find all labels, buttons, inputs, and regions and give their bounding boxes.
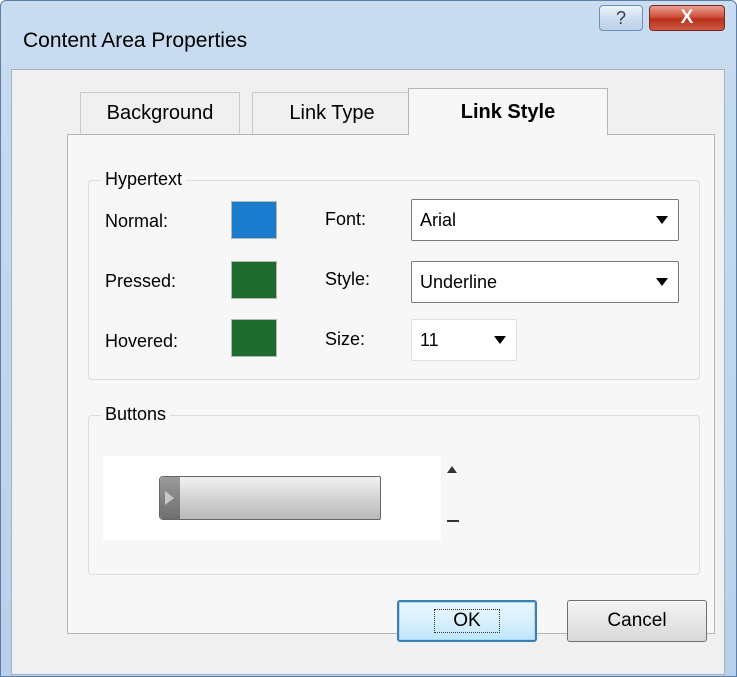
font-select[interactable]: Arial [411,199,679,241]
style-label: Style: [325,269,371,289]
chevron-down-icon [656,216,668,224]
window-title: Content Area Properties [23,29,248,52]
hypertext-group: Hypertext Normal: Pressed: Hovered: Font… [88,169,700,380]
buttons-group-label: Buttons [101,404,171,425]
close-icon: X [680,7,694,28]
hovered-color-swatch[interactable] [231,319,277,357]
buttons-group: Buttons [88,404,700,575]
tab-link-style[interactable]: Link Style [408,88,608,135]
pressed-color-swatch[interactable] [231,261,277,299]
close-button[interactable]: X [649,5,725,31]
size-label: Size: [325,329,366,349]
play-icon [165,491,174,505]
font-label: Font: [325,209,367,229]
pressed-label: Pressed: [105,271,177,291]
tab-label: Link Style [460,100,556,123]
size-select[interactable]: 11 [411,319,517,361]
style-select-value: Underline [420,271,498,292]
hovered-label: Hovered: [105,331,179,351]
ok-button[interactable]: OK [397,600,537,642]
preview-spinner[interactable] [441,456,465,540]
cancel-button-label: Cancel [607,610,667,631]
font-select-value: Arial [420,209,457,230]
normal-color-swatch[interactable] [231,201,277,239]
help-icon: ? [615,7,626,28]
help-button[interactable]: ? [599,5,643,31]
title-bar[interactable]: Content Area Properties ? X [1,1,736,69]
tab-link-type[interactable]: Link Type [252,92,412,134]
tab-label: Background [106,102,214,124]
ok-button-label: OK [434,609,500,633]
tab-label: Link Type [289,102,375,124]
hypertext-group-label: Hypertext [101,169,187,190]
size-select-value: 11 [420,329,439,350]
chevron-down-icon [656,278,668,286]
style-select[interactable]: Underline [411,261,679,303]
chevron-down-icon [494,336,506,344]
arrow-up-icon[interactable] [447,466,457,473]
tab-background[interactable]: Background [80,92,240,134]
cancel-button[interactable]: Cancel [567,600,707,642]
arrow-down-icon[interactable] [447,520,459,522]
link-style-panel: Hypertext Normal: Pressed: Hovered: Font… [67,134,715,634]
dialog-window: Content Area Properties ? X Background L… [0,0,737,677]
normal-label: Normal: [105,211,169,231]
dialog-client-area: Background Link Type Link Style Hypertex… [11,69,725,675]
preview-button [159,476,381,520]
button-style-preview[interactable] [103,456,441,540]
